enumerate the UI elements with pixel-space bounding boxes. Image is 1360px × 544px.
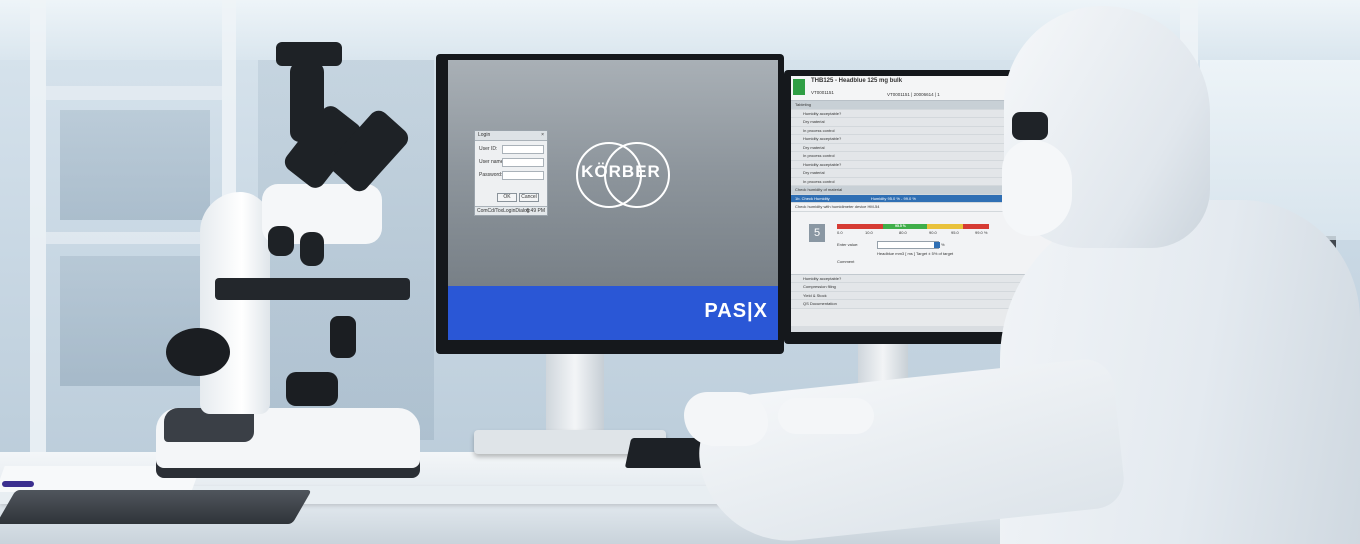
microscope-camera-cap (276, 42, 342, 66)
lab-photo: Login × User ID: User name: Password: OK… (0, 0, 1360, 544)
brand-name: KÖRBER (581, 162, 661, 181)
monitor-stand (546, 352, 604, 438)
microscope-focus-knob (166, 328, 230, 376)
login-statusbar: ComCd/ToxLoginDialog 6:49 PM (475, 206, 547, 215)
scale-tick: 0.0 (837, 229, 843, 235)
pen (2, 481, 34, 487)
technician-goggles (1012, 112, 1048, 140)
value-input[interactable] (877, 240, 940, 249)
status-text: ComCd/ToxLoginDialog (477, 208, 530, 214)
login-dialog: Login × User ID: User name: Password: OK… (474, 130, 548, 216)
login-titlebar: Login × (475, 131, 547, 141)
brand-band: PAS|X (448, 286, 778, 340)
order-id: VT0001151 (811, 90, 834, 95)
user-name-label: User name: (479, 159, 505, 165)
scale-tick: 90.0 (929, 229, 937, 235)
scale-tick: 80.0 (899, 229, 907, 235)
status-time: 6:49 PM (526, 208, 545, 214)
user-name-row: User name: (475, 157, 547, 167)
range-green: 95.5 % (883, 223, 927, 229)
microscope-stage (215, 278, 410, 300)
active-step-label: 1b. Check Humidity (795, 195, 830, 201)
close-icon[interactable]: × (541, 131, 544, 140)
microscope-objective (300, 232, 324, 266)
scale-tick: 95.0 (951, 229, 959, 235)
microscope-stage-knob (330, 316, 356, 358)
play-icon[interactable] (793, 79, 805, 95)
scale-tick: 99.0 % (975, 229, 988, 235)
list-item[interactable]: Humidity acceptable? (791, 274, 1059, 283)
korber-logo: KÖRBER (576, 142, 670, 208)
user-id-label: User ID: (479, 146, 498, 152)
range-red-high (963, 223, 989, 229)
left-screen: Login × User ID: User name: Password: OK… (448, 60, 778, 340)
ok-button[interactable]: OK (497, 193, 517, 202)
microscope-objective (268, 226, 294, 256)
microscope-light (286, 372, 338, 406)
user-id-row: User ID: (475, 144, 547, 154)
background-shelf (46, 232, 222, 244)
user-name-field[interactable] (502, 158, 544, 167)
background-shelf (46, 86, 222, 100)
password-field[interactable] (502, 171, 544, 180)
batch-title: THB125 - Headblue 125 mg bulk (811, 78, 903, 84)
range-red (837, 223, 883, 229)
login-title: Login (478, 132, 491, 138)
confirm-icon[interactable] (934, 241, 940, 248)
microscope-arm (200, 192, 270, 414)
range-scale: 0.0 10.0 80.0 90.0 95.0 99.0 % (837, 230, 989, 236)
technician-glove (684, 392, 768, 446)
comment-button[interactable]: Comment (837, 259, 854, 264)
range-yellow (927, 223, 963, 229)
password-row: Password: (475, 170, 547, 180)
technician-glove (778, 398, 874, 434)
active-step-range: Humidity 95.0 % - 99.0 % (870, 195, 916, 201)
humidity-range-bar: 95.5 % (837, 223, 989, 229)
password-label: Password: (479, 172, 503, 178)
enter-value-label: Enter value: (837, 241, 859, 247)
background-pillar (30, 0, 46, 470)
scale-tick: 10.0 (865, 229, 873, 235)
step-number: 5 (809, 223, 825, 242)
tablet-device (0, 490, 312, 524)
sub-ids: VT0001151 | 20006614 | 1 (887, 92, 940, 97)
cancel-button[interactable]: Cancel (519, 193, 539, 202)
unit-label: % (941, 241, 945, 247)
background-equipment (60, 110, 210, 220)
product-logo: PAS|X (704, 300, 768, 322)
technician-mask (1002, 140, 1072, 236)
target-note: Headblue mm3 [ ms ] Target ± 5% of targe… (877, 250, 954, 256)
range-marker: 95.5 % (895, 223, 906, 228)
user-id-field[interactable] (502, 145, 544, 154)
